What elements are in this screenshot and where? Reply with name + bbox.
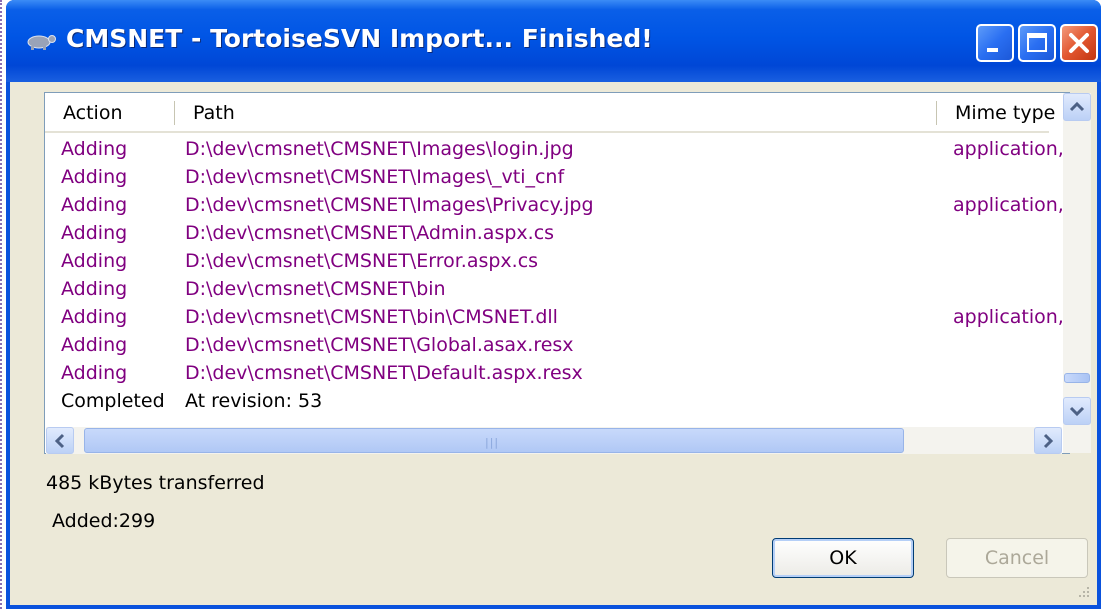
row-action: Adding <box>61 194 128 216</box>
vertical-scroll-thumb[interactable] <box>1064 373 1090 383</box>
list-rows: Adding D:\dev\cmsnet\CMSNET\Images\login… <box>45 135 1064 415</box>
row-path: At revision: 53 <box>185 390 323 412</box>
close-icon <box>1069 33 1089 53</box>
row-action: Adding <box>61 222 128 244</box>
column-header-action[interactable]: Action <box>45 93 175 131</box>
row-action: Adding <box>61 334 128 356</box>
row-action: Adding <box>61 362 128 384</box>
scroll-right-button[interactable] <box>1034 427 1062 454</box>
scroll-left-button[interactable] <box>46 427 74 454</box>
tortoise-app-icon <box>27 35 56 50</box>
row-mime-type: application, <box>953 138 1064 160</box>
column-header-path[interactable]: Path <box>175 93 937 131</box>
row-action: Completed <box>61 390 165 412</box>
vertical-scrollbar[interactable] <box>1063 93 1091 453</box>
row-path: D:\dev\cmsnet\CMSNET\bin <box>185 278 446 300</box>
bytes-transferred-text: 485 kBytes transferred <box>46 472 265 494</box>
row-action: Adding <box>61 138 128 160</box>
table-row[interactable]: Adding D:\dev\cmsnet\CMSNET\Global.asax.… <box>45 331 1049 359</box>
chevron-up-icon <box>1069 101 1085 112</box>
added-count-text: Added:299 <box>52 510 156 532</box>
row-path: D:\dev\cmsnet\CMSNET\Default.aspx.resx <box>185 362 583 384</box>
row-path: D:\dev\cmsnet\CMSNET\Global.asax.resx <box>185 334 574 356</box>
row-path: D:\dev\cmsnet\CMSNET\Error.aspx.cs <box>185 250 539 272</box>
table-row[interactable]: Adding D:\dev\cmsnet\CMSNET\Images\_vti_… <box>45 163 1049 191</box>
table-row[interactable]: Completed At revision: 53 <box>45 387 1049 415</box>
row-path: D:\dev\cmsnet\CMSNET\Images\_vti_cnf <box>185 166 565 188</box>
action-list[interactable]: Action Path Mime type Adding D:\dev\cmsn… <box>44 92 1091 454</box>
horizontal-scrollbar[interactable]: ||| <box>46 427 1062 454</box>
cancel-button[interactable]: Cancel <box>946 538 1088 578</box>
minimize-icon <box>987 48 998 52</box>
table-row[interactable]: Adding D:\dev\cmsnet\CMSNET\Images\Priva… <box>45 191 1064 219</box>
row-path: D:\dev\cmsnet\CMSNET\bin\CMSNET.dll <box>185 306 558 328</box>
window-title: CMSNET - TortoiseSVN Import... Finished! <box>66 24 653 53</box>
table-row[interactable]: Adding D:\dev\cmsnet\CMSNET\bin <box>45 275 1049 303</box>
table-row[interactable]: Adding D:\dev\cmsnet\CMSNET\Error.aspx.c… <box>45 247 1049 275</box>
chevron-down-icon <box>1069 406 1085 417</box>
horizontal-scroll-thumb[interactable]: ||| <box>84 428 904 453</box>
minimize-button[interactable] <box>976 24 1014 62</box>
row-path: D:\dev\cmsnet\CMSNET\Images\Privacy.jpg <box>185 194 594 216</box>
maximize-icon <box>1027 33 1047 52</box>
table-row[interactable]: Adding D:\dev\cmsnet\CMSNET\Images\login… <box>45 135 1064 163</box>
scroll-up-button[interactable] <box>1063 93 1091 121</box>
table-row[interactable]: Adding D:\dev\cmsnet\CMSNET\Admin.aspx.c… <box>45 219 1049 247</box>
maximize-button[interactable] <box>1018 24 1056 62</box>
grip-icon: ||| <box>485 436 500 449</box>
table-row[interactable]: Adding D:\dev\cmsnet\CMSNET\Default.aspx… <box>45 359 1049 387</box>
close-button[interactable] <box>1060 24 1098 62</box>
row-path: D:\dev\cmsnet\CMSNET\Admin.aspx.cs <box>185 222 555 244</box>
list-header: Action Path Mime type <box>45 93 1055 133</box>
title-bar[interactable]: CMSNET - TortoiseSVN Import... Finished! <box>6 0 1101 82</box>
row-action: Adding <box>61 166 128 188</box>
row-action: Adding <box>61 278 128 300</box>
row-action: Adding <box>61 250 128 272</box>
row-mime-type: application, <box>953 306 1064 328</box>
dialog-client-area: Action Path Mime type Adding D:\dev\cmsn… <box>10 82 1097 605</box>
column-header-mime-type[interactable]: Mime type <box>937 93 1063 131</box>
import-finished-window: CMSNET - TortoiseSVN Import... Finished!… <box>6 0 1101 609</box>
scroll-down-button[interactable] <box>1063 397 1091 425</box>
table-row[interactable]: Adding D:\dev\cmsnet\CMSNET\bin\CMSNET.d… <box>45 303 1064 331</box>
row-action: Adding <box>61 306 128 328</box>
chevron-right-icon <box>1043 433 1054 449</box>
ok-button[interactable]: OK <box>772 538 914 578</box>
row-mime-type: application, <box>953 194 1064 216</box>
resize-grip-icon[interactable] <box>1075 583 1091 599</box>
chevron-left-icon <box>54 433 65 449</box>
row-path: D:\dev\cmsnet\CMSNET\Images\login.jpg <box>185 138 574 160</box>
